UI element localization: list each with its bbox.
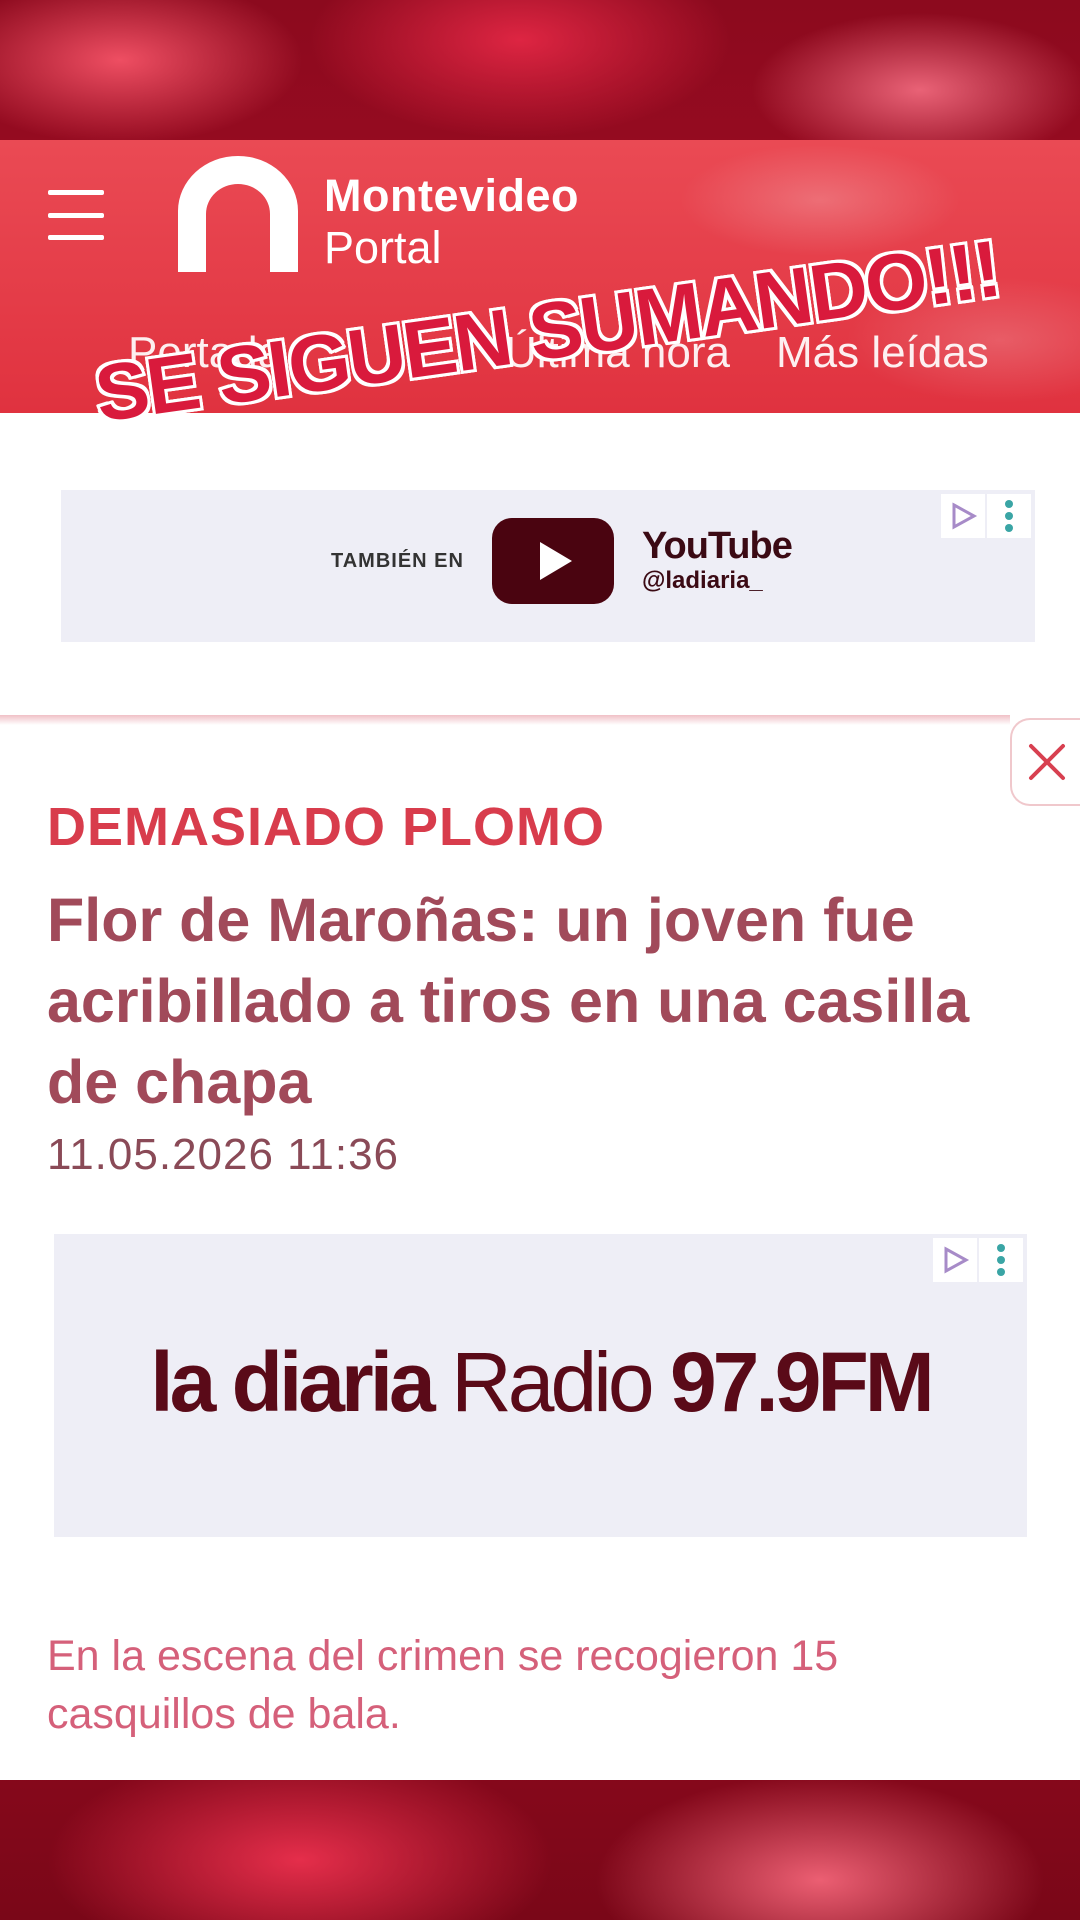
ad-prefix: TAMBIÉN EN <box>331 549 464 572</box>
youtube-ad-banner[interactable]: TAMBIÉN EN YouTube @ladiaria_ <box>61 490 1035 642</box>
kebab-menu-icon[interactable] <box>979 1238 1023 1282</box>
close-icon <box>1029 744 1065 780</box>
youtube-handle: @ladiaria_ <box>641 567 763 594</box>
play-icon <box>491 518 614 604</box>
ad-choices-icon[interactable] <box>941 494 985 538</box>
youtube-wordmark: YouTube <box>641 525 793 567</box>
logo-name-line2: Portal <box>324 222 442 273</box>
radio-frequency: 97.9FM <box>669 1335 935 1429</box>
radio-brand: la diaria <box>150 1335 436 1429</box>
hamburger-icon[interactable] <box>48 190 104 240</box>
ad-choices-icon[interactable] <box>933 1238 977 1282</box>
article-kicker: DEMASIADO PLOMO <box>47 797 606 857</box>
site-logo[interactable]: Montevideo Portal <box>324 170 579 274</box>
kebab-menu-icon[interactable] <box>987 494 1031 538</box>
radio-ad-banner[interactable]: la diaria Radio 97.9FM <box>54 1234 1027 1537</box>
article-lead: En la escena del crimen se recogieron 15… <box>47 1632 839 1738</box>
close-button[interactable] <box>1010 718 1080 806</box>
radio-label: Radio <box>451 1335 654 1429</box>
section-divider <box>0 715 1010 725</box>
article-timestamp: 11.05.2026 11:36 <box>47 1130 400 1179</box>
radio-ad-text: la diaria Radio 97.9FM <box>54 1334 1027 1431</box>
portal-logo-icon[interactable] <box>178 156 298 272</box>
article-headline[interactable]: Flor de Maroñas: un joven fue acribillad… <box>47 880 1037 1123</box>
logo-name-line1: Montevideo <box>324 170 580 221</box>
